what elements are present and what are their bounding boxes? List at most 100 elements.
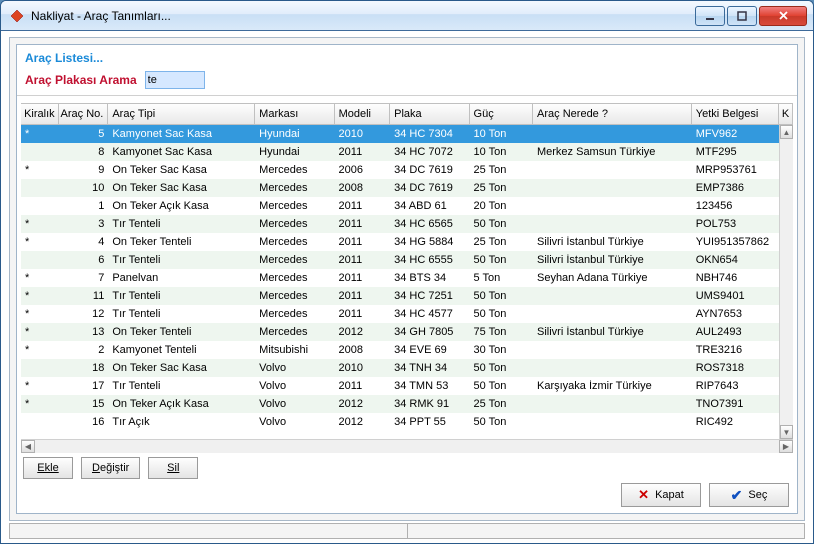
table-row[interactable]: *15On Teker Açık KasaVolvo201234 RMK 912… — [21, 395, 779, 413]
col-aracno[interactable]: Araç No. — [59, 104, 109, 124]
cell-marka: Mercedes — [255, 272, 334, 284]
cell-kiralik: * — [21, 128, 59, 140]
status-segment — [9, 523, 408, 539]
cell-tipi: On Teker Sac Kasa — [108, 164, 255, 176]
table-row[interactable]: 6Tır TenteliMercedes201134 HC 655550 Ton… — [21, 251, 779, 269]
search-label: Araç Plakası Arama — [25, 73, 137, 87]
table-row[interactable]: *9On Teker Sac KasaMercedes200634 DC 761… — [21, 161, 779, 179]
app-icon — [9, 8, 25, 24]
footer-buttons: ✕ Kapat ✔ Seç — [621, 483, 789, 507]
kapat-button[interactable]: ✕ Kapat — [621, 483, 701, 507]
cell-tipi: Tır Tenteli — [108, 308, 255, 320]
col-nerede[interactable]: Araç Nerede ? — [533, 104, 692, 124]
table-row[interactable]: 10On Teker Sac KasaMercedes200834 DC 761… — [21, 179, 779, 197]
cell-yetki: MRP953761 — [692, 164, 779, 176]
table-row[interactable]: *12Tır TenteliMercedes201134 HC 457750 T… — [21, 305, 779, 323]
cell-kiralik: * — [21, 398, 59, 410]
col-model[interactable]: Modeli — [335, 104, 391, 124]
cell-model: 2012 — [335, 416, 391, 428]
ekle-button[interactable]: Ekle — [23, 457, 73, 479]
close-button[interactable] — [759, 6, 807, 26]
cell-plaka: 34 ABD 61 — [390, 200, 469, 212]
col-tipi[interactable]: Araç Tipi — [108, 104, 255, 124]
cell-aracno: 16 — [59, 416, 109, 428]
degistir-button[interactable]: Değiştir — [81, 457, 140, 479]
cell-aracno: 7 — [59, 272, 109, 284]
minimize-button[interactable] — [695, 6, 725, 26]
col-guc[interactable]: Güç — [470, 104, 534, 124]
cell-tipi: Tır Tenteli — [108, 254, 255, 266]
cell-aracno: 12 — [59, 308, 109, 320]
cell-model: 2012 — [335, 398, 391, 410]
cell-aracno: 15 — [59, 398, 109, 410]
vehicle-grid: Kiralık Araç No. Araç Tipi Markası Model… — [21, 103, 793, 453]
table-row[interactable]: 1On Teker Açık KasaMercedes201134 ABD 61… — [21, 197, 779, 215]
table-row[interactable]: 18On Teker Sac KasaVolvo201034 TNH 3450 … — [21, 359, 779, 377]
cell-guc: 75 Ton — [469, 326, 533, 338]
close-icon: ✕ — [638, 487, 649, 503]
sec-button[interactable]: ✔ Seç — [709, 483, 789, 507]
vertical-scrollbar[interactable]: ▲ ▼ — [779, 125, 793, 439]
cell-aracno: 11 — [59, 290, 109, 302]
cell-plaka: 34 HC 4577 — [390, 308, 469, 320]
cell-marka: Volvo — [255, 398, 334, 410]
table-row[interactable]: *11Tır TenteliMercedes201134 HC 725150 T… — [21, 287, 779, 305]
scroll-left-icon[interactable]: ◀ — [21, 440, 35, 453]
table-row[interactable]: *7PanelvanMercedes201134 BTS 345 TonSeyh… — [21, 269, 779, 287]
cell-yetki: 123456 — [692, 200, 779, 212]
table-row[interactable]: *2Kamyonet TenteliMitsubishi200834 EVE 6… — [21, 341, 779, 359]
cell-plaka: 34 HC 6565 — [390, 218, 469, 230]
cell-plaka: 34 TNH 34 — [390, 362, 469, 374]
search-row: Araç Plakası Arama — [17, 67, 797, 96]
table-row[interactable]: 16Tır AçıkVolvo201234 PPT 5550 TonRIC492 — [21, 413, 779, 431]
col-kiralik[interactable]: Kiralık — [21, 104, 59, 124]
search-input[interactable] — [145, 71, 205, 89]
cell-tipi: Tır Tenteli — [108, 290, 255, 302]
table-row[interactable]: *17Tır TenteliVolvo201134 TMN 5350 TonKa… — [21, 377, 779, 395]
cell-kiralik: * — [21, 218, 59, 230]
cell-yetki: EMP7386 — [692, 182, 779, 194]
cell-model: 2011 — [335, 146, 391, 158]
table-row[interactable]: *13On Teker TenteliMercedes201234 GH 780… — [21, 323, 779, 341]
check-icon: ✔ — [731, 487, 743, 504]
maximize-button[interactable] — [727, 6, 757, 26]
col-plaka[interactable]: Plaka — [390, 104, 469, 124]
cell-model: 2006 — [335, 164, 391, 176]
horizontal-scrollbar[interactable]: ◀ ▶ — [21, 439, 793, 453]
cell-plaka: 34 DC 7619 — [390, 182, 469, 194]
cell-guc: 10 Ton — [469, 146, 533, 158]
grid-body[interactable]: *5Kamyonet Sac KasaHyundai201034 HC 7304… — [21, 125, 779, 439]
app-window: Nakliyat - Araç Tanımları... Araç Listes… — [0, 0, 814, 544]
cell-guc: 50 Ton — [469, 380, 533, 392]
col-yetki[interactable]: Yetki Belgesi — [692, 104, 779, 124]
cell-marka: Volvo — [255, 362, 334, 374]
cell-yetki: AUL2493 — [692, 326, 779, 338]
cell-model: 2011 — [335, 290, 391, 302]
table-row[interactable]: *4On Teker TenteliMercedes201134 HG 5884… — [21, 233, 779, 251]
window-title: Nakliyat - Araç Tanımları... — [31, 9, 695, 23]
cell-marka: Mercedes — [255, 326, 334, 338]
cell-marka: Mercedes — [255, 200, 334, 212]
cell-model: 2011 — [335, 254, 391, 266]
scroll-up-icon[interactable]: ▲ — [780, 125, 793, 139]
cell-marka: Mercedes — [255, 182, 334, 194]
cell-marka: Mercedes — [255, 290, 334, 302]
titlebar[interactable]: Nakliyat - Araç Tanımları... — [1, 1, 813, 31]
sil-button[interactable]: Sil — [148, 457, 198, 479]
table-row[interactable]: *3Tır TenteliMercedes201134 HC 656550 To… — [21, 215, 779, 233]
col-marka[interactable]: Markası — [255, 104, 334, 124]
scroll-down-icon[interactable]: ▼ — [780, 425, 793, 439]
cell-guc: 50 Ton — [469, 416, 533, 428]
cell-model: 2011 — [335, 236, 391, 248]
scroll-right-icon[interactable]: ▶ — [779, 440, 793, 453]
table-row[interactable]: *5Kamyonet Sac KasaHyundai201034 HC 7304… — [21, 125, 779, 143]
cell-guc: 50 Ton — [469, 308, 533, 320]
cell-nerede: Silivri İstanbul Türkiye — [533, 326, 692, 338]
cell-aracno: 8 — [59, 146, 109, 158]
table-row[interactable]: 8Kamyonet Sac KasaHyundai201134 HC 70721… — [21, 143, 779, 161]
col-k[interactable]: K — [779, 104, 793, 124]
cell-tipi: On Teker Tenteli — [108, 326, 255, 338]
cell-yetki: MFV962 — [692, 128, 779, 140]
cell-guc: 20 Ton — [469, 200, 533, 212]
cell-kiralik: * — [21, 326, 59, 338]
